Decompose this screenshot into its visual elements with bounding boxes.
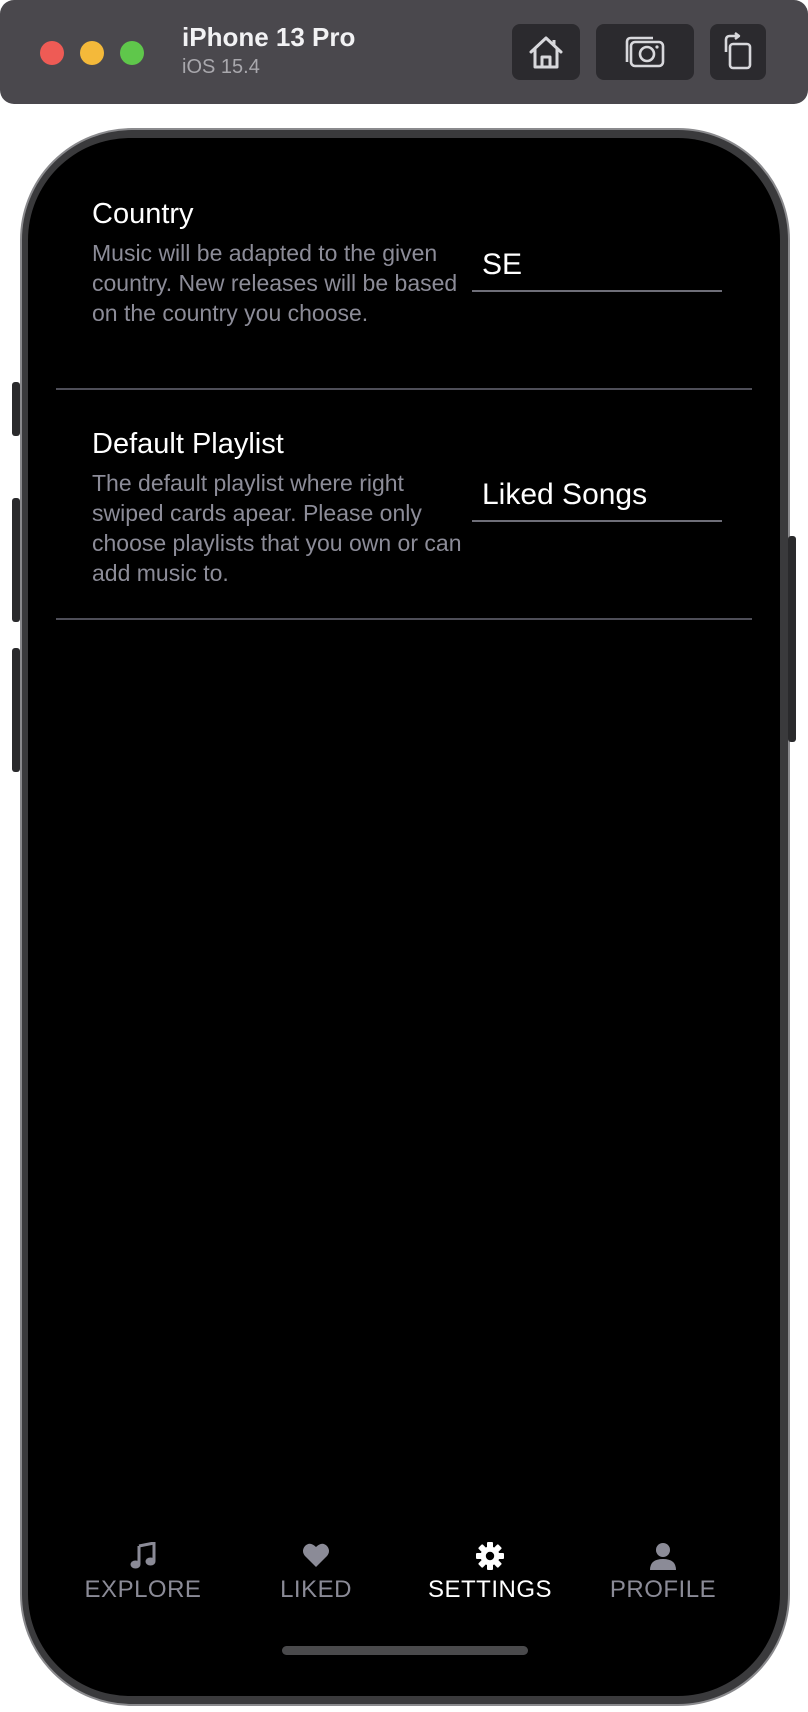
home-indicator[interactable] [282, 1646, 528, 1655]
country-description: Music will be adapted to the given count… [92, 240, 458, 326]
os-version: iOS 15.4 [182, 56, 260, 78]
country-input[interactable] [472, 240, 722, 292]
person-icon [650, 1543, 676, 1570]
tab-explore[interactable]: EXPLORE [63, 1542, 223, 1604]
volume-down-button[interactable] [12, 648, 20, 772]
home-icon [529, 36, 563, 69]
tab-profile-label: PROFILE [609, 1576, 717, 1603]
volume-up-button[interactable] [12, 498, 20, 622]
divider [56, 388, 752, 390]
country-title: Country [92, 198, 194, 230]
zoom-window-button[interactable] [120, 41, 144, 65]
camera-icon [625, 36, 665, 68]
home-button[interactable] [512, 24, 580, 80]
default-playlist-title: Default Playlist [92, 428, 284, 460]
device-name: iPhone 13 Pro [182, 22, 356, 52]
tab-liked[interactable]: LIKED [236, 1542, 396, 1604]
default-playlist-description: The default playlist where right swiped … [92, 470, 462, 586]
tab-liked-label: LIKED [280, 1576, 352, 1603]
tab-settings[interactable]: SETTINGS [410, 1542, 570, 1604]
setting-default-playlist: Default Playlist The default playlist wh… [56, 428, 752, 620]
screenshot-button[interactable] [596, 24, 694, 80]
tab-explore-label: EXPLORE [84, 1576, 202, 1603]
divider [56, 618, 752, 620]
gear-icon [476, 1542, 504, 1570]
phone-screen: Country Music will be adapted to the giv… [28, 138, 780, 1696]
close-window-button[interactable] [40, 41, 64, 65]
rotate-icon [724, 32, 752, 70]
heart-icon [303, 1543, 329, 1567]
tab-settings-label: SETTINGS [427, 1576, 552, 1603]
setting-country: Country Music will be adapted to the giv… [56, 198, 752, 390]
default-playlist-input[interactable] [472, 470, 722, 522]
minimize-window-button[interactable] [80, 41, 104, 65]
tab-profile[interactable]: PROFILE [583, 1542, 743, 1604]
power-button[interactable] [788, 536, 796, 742]
simulator-title-bar: iPhone 13 Pro iOS 15.4 [0, 0, 808, 104]
music-note-icon [130, 1542, 156, 1569]
rotate-button[interactable] [710, 24, 766, 80]
mute-switch[interactable] [12, 382, 20, 436]
